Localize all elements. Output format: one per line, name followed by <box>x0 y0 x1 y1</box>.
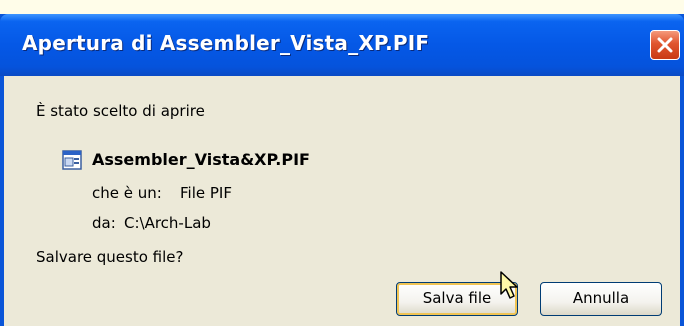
file-name: Assembler_Vista&XP.PIF <box>92 150 310 169</box>
title-bar[interactable]: Apertura di Assembler_Vista_XP.PIF <box>0 14 684 76</box>
intro-text: È stato scelto di aprire <box>36 102 205 120</box>
file-type-value: File PIF <box>180 184 232 202</box>
pif-file-icon <box>62 150 82 174</box>
close-button[interactable] <box>650 30 680 60</box>
cancel-button[interactable]: Annulla <box>540 282 662 316</box>
file-type-label: che è un: <box>92 184 162 202</box>
dialog-body: È stato scelto di aprire Assembler_Vista… <box>4 76 680 326</box>
dialog-title: Apertura di Assembler_Vista_XP.PIF <box>22 31 430 55</box>
file-source-label: da: <box>92 214 116 232</box>
mouse-cursor-icon <box>498 270 520 304</box>
file-source-value: C:\Arch-Lab <box>124 214 211 232</box>
save-question: Salvare questo file? <box>36 248 184 266</box>
file-download-dialog: Apertura di Assembler_Vista_XP.PIF È sta… <box>0 14 684 326</box>
